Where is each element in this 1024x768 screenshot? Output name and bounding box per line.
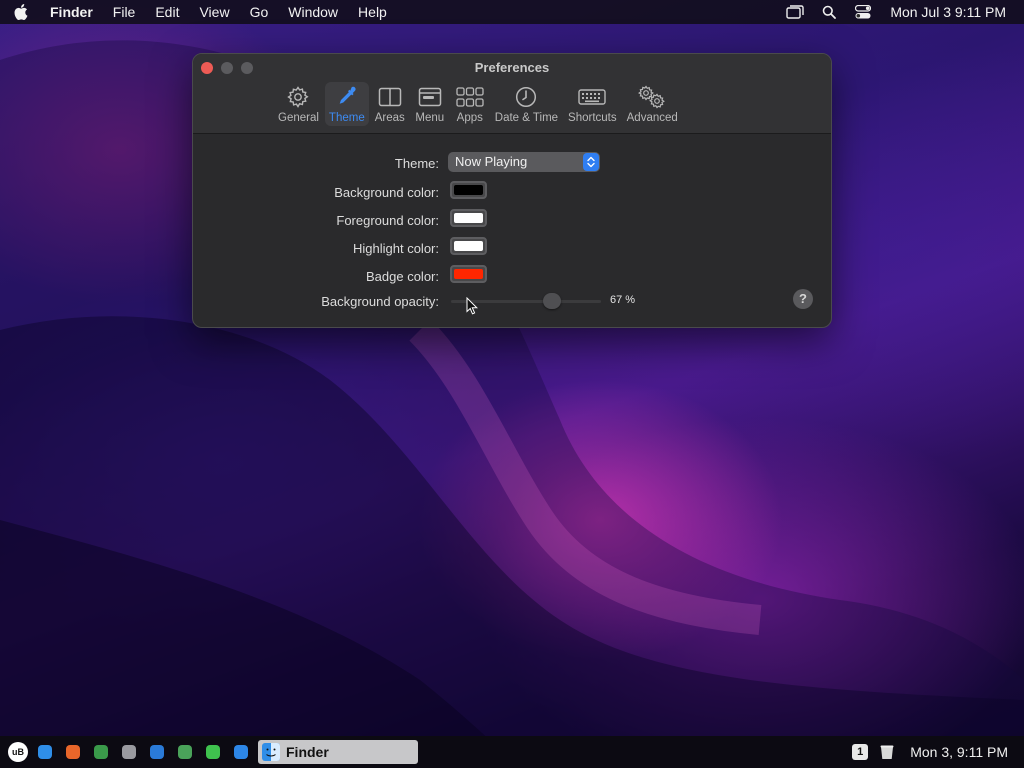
tab-shortcuts-label: Shortcuts — [568, 112, 617, 124]
badge-color-row: Badge color: — [193, 265, 831, 287]
foreground-color-fill — [454, 213, 483, 223]
mouse-cursor-icon — [466, 297, 478, 315]
highlight-color-fill — [454, 241, 483, 251]
appstore-icon[interactable] — [234, 745, 248, 759]
theme-row: Theme: Now Playing — [193, 152, 831, 174]
clock-icon — [511, 84, 541, 110]
ublock-icon[interactable]: uB — [8, 742, 28, 762]
highlight-color-row: Highlight color: — [193, 237, 831, 259]
tab-areas-label: Areas — [374, 112, 405, 124]
photos-icon[interactable] — [122, 745, 136, 759]
background-opacity-label: Background opacity: — [321, 293, 439, 309]
taskbar-launchers: uB — [0, 742, 248, 762]
tab-general[interactable]: General — [274, 82, 323, 126]
menu-file[interactable]: File — [103, 0, 146, 24]
badge-color-well[interactable] — [450, 265, 487, 283]
tab-theme[interactable]: Theme — [324, 82, 369, 126]
notification-count-badge[interactable]: 1 — [852, 744, 869, 760]
gears-icon — [637, 84, 667, 110]
highlight-color-well[interactable] — [450, 237, 487, 255]
background-color-row: Background color: — [193, 181, 831, 203]
menu-window[interactable]: Window — [278, 0, 348, 24]
taskbar-finder-button[interactable]: Finder — [258, 740, 418, 764]
files-icon[interactable] — [38, 745, 52, 759]
taskbar: uB Finder 1 Mon 3, 9:11 PM — [0, 736, 1024, 768]
help-button[interactable]: ? — [793, 289, 813, 309]
tab-areas[interactable]: Areas — [371, 82, 409, 126]
grid-icon — [455, 84, 485, 110]
background-color-well[interactable] — [450, 181, 487, 199]
theme-label: Theme: — [394, 155, 439, 171]
tab-date-time-label: Date & Time — [494, 112, 559, 124]
apple-menu-icon[interactable] — [14, 4, 40, 20]
taskbar-finder-label: Finder — [286, 744, 329, 760]
columns-icon — [375, 84, 405, 110]
taskbar-clock[interactable]: Mon 3, 9:11 PM — [910, 744, 1024, 760]
tab-apps[interactable]: Apps — [451, 82, 489, 126]
tab-shortcuts[interactable]: Shortcuts — [564, 82, 621, 126]
background-color-label: Background color: — [334, 184, 439, 200]
menu-bar-clock[interactable]: Mon Jul 3 9:11 PM — [880, 4, 1024, 20]
theme-select-value: Now Playing — [455, 154, 528, 169]
menu-help[interactable]: Help — [348, 0, 397, 24]
background-color-fill — [454, 185, 483, 195]
foreground-color-well[interactable] — [450, 209, 487, 227]
screen-mirror-icon[interactable] — [784, 0, 806, 24]
menu-icon — [415, 84, 445, 110]
firefox-icon[interactable] — [66, 745, 80, 759]
foreground-color-row: Foreground color: — [193, 209, 831, 231]
tab-general-label: General — [278, 112, 319, 124]
tab-advanced-label: Advanced — [626, 112, 678, 124]
keyboard-icon — [577, 84, 607, 110]
tab-menu[interactable]: Menu — [411, 82, 449, 126]
window-title: Preferences — [474, 60, 550, 75]
tab-advanced[interactable]: Advanced — [623, 82, 682, 126]
menu-bar: Finder File Edit View Go Window Help Mon… — [0, 0, 1024, 24]
preferences-window: Preferences General Theme Areas Menu App… — [192, 53, 832, 328]
chrome-icon[interactable] — [94, 745, 108, 759]
background-opacity-row: Background opacity: 67 % — [193, 290, 831, 312]
gear-icon — [283, 84, 313, 110]
theme-select[interactable]: Now Playing — [448, 152, 600, 172]
control-center-icon[interactable] — [852, 0, 874, 24]
eyedropper-icon — [332, 84, 362, 110]
tab-apps-label: Apps — [456, 112, 483, 124]
menu-go[interactable]: Go — [240, 0, 279, 24]
badge-color-fill — [454, 269, 483, 279]
select-arrows-icon — [583, 153, 599, 171]
messages-icon[interactable] — [206, 745, 220, 759]
mail-icon[interactable] — [150, 745, 164, 759]
tab-menu-label: Menu — [415, 112, 445, 124]
slider-thumb[interactable] — [542, 293, 561, 309]
maps-icon[interactable] — [178, 745, 192, 759]
highlight-color-label: Highlight color: — [353, 240, 439, 256]
badge-color-label: Badge color: — [366, 268, 439, 284]
menu-app-name[interactable]: Finder — [40, 0, 103, 24]
finder-icon — [262, 743, 280, 761]
search-icon[interactable] — [818, 0, 840, 24]
menu-edit[interactable]: Edit — [145, 0, 189, 24]
preferences-toolbar: General Theme Areas Menu Apps Date & Tim… — [273, 82, 683, 126]
foreground-color-label: Foreground color: — [336, 212, 439, 228]
tab-date-time[interactable]: Date & Time — [491, 82, 562, 126]
trash-icon[interactable] — [880, 744, 894, 760]
menu-view[interactable]: View — [189, 0, 239, 24]
window-titlebar[interactable]: Preferences General Theme Areas Menu App… — [193, 54, 831, 134]
tab-theme-label: Theme — [328, 112, 365, 124]
background-opacity-value: 67 % — [610, 294, 636, 306]
